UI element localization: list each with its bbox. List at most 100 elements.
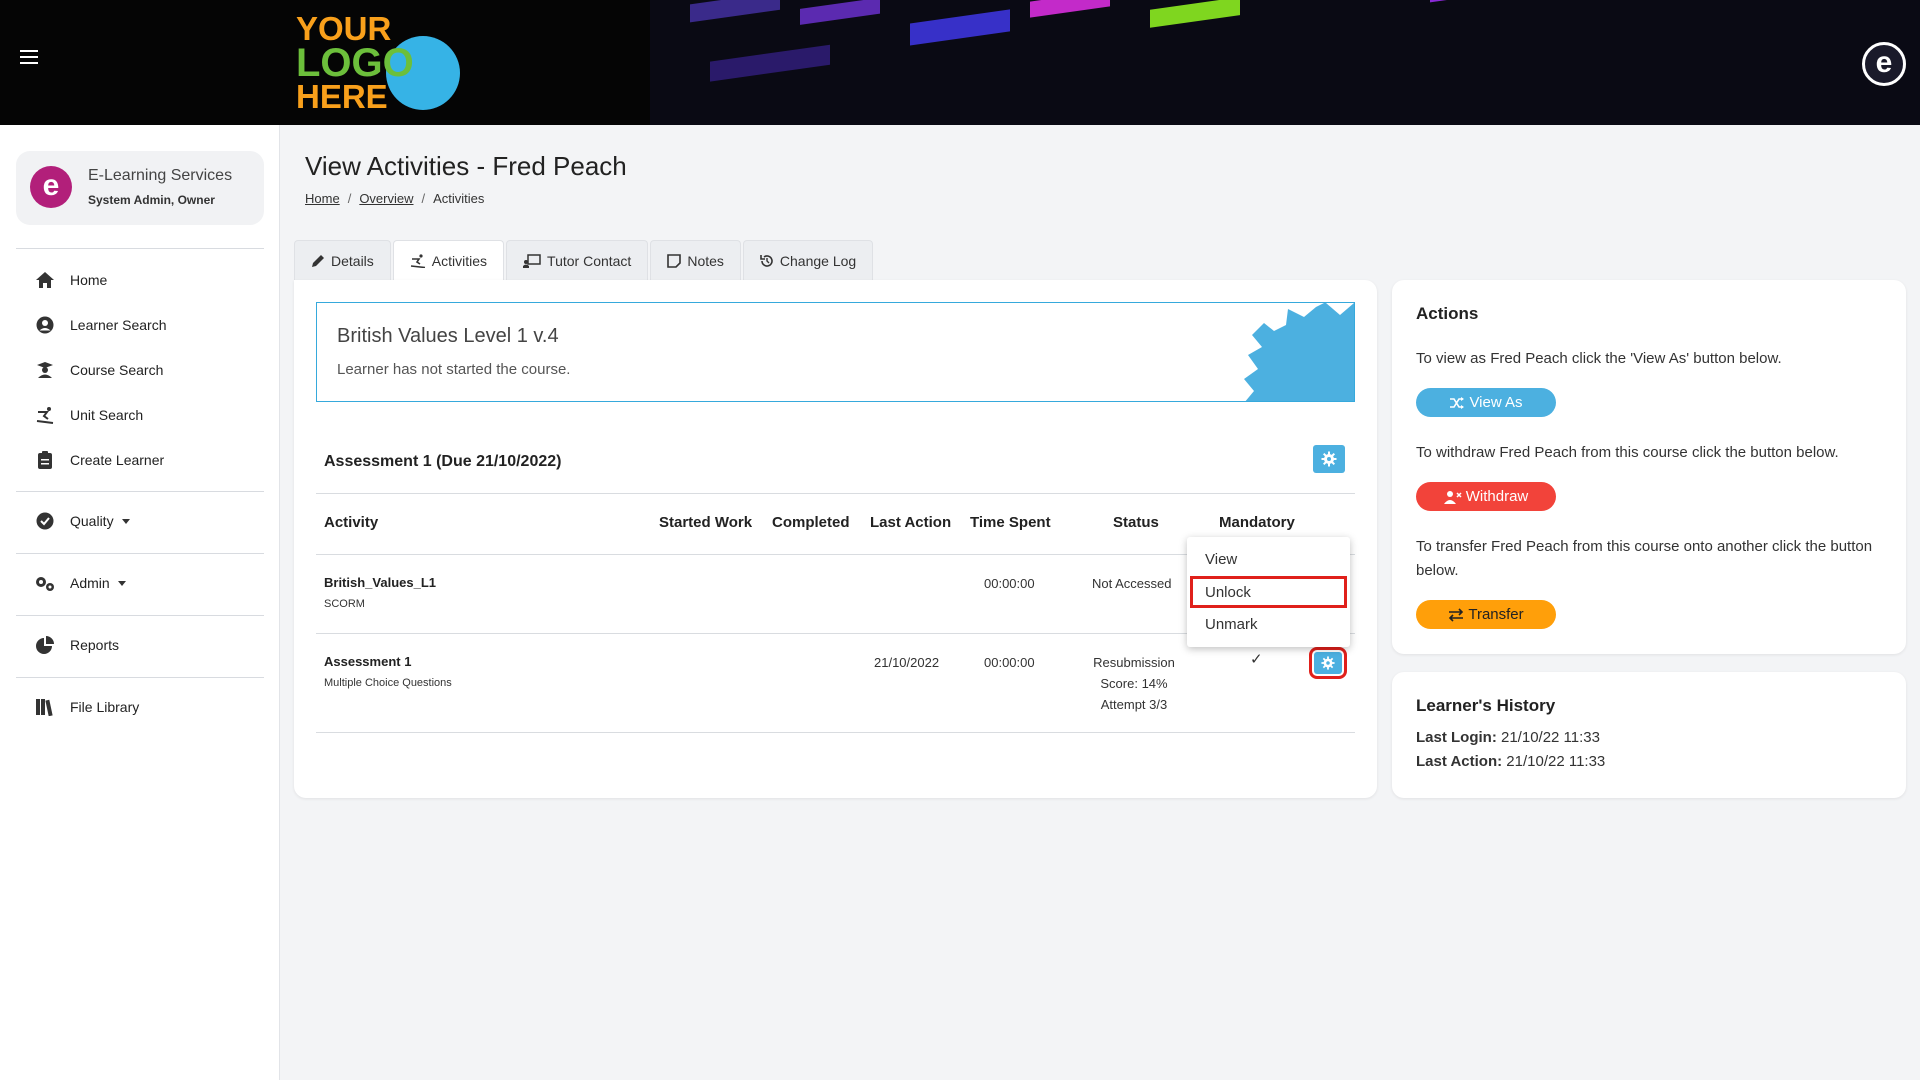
note-icon <box>667 253 682 268</box>
sidebar-item-file-library[interactable]: File Library <box>34 696 139 718</box>
activity-status: Resubmission <box>1093 655 1175 670</box>
sidebar-divider <box>16 248 264 249</box>
last-login-row: Last Login: 21/10/22 11:33 <box>1416 726 1600 750</box>
exchange-icon <box>1449 607 1464 622</box>
graduate-icon <box>34 359 56 381</box>
breadcrumb-separator: / <box>421 191 426 206</box>
activity-settings-button[interactable] <box>1309 647 1347 679</box>
last-action: 21/10/2022 <box>874 655 940 670</box>
view-as-text: To view as Fred Peach click the 'View As… <box>1416 350 1782 367</box>
user-remove-icon <box>1443 490 1462 504</box>
last-login-label: Last Login: <box>1416 729 1497 746</box>
sidebar-item-create-learner[interactable]: Create Learner <box>34 449 164 471</box>
sidebar-item-quality[interactable]: Quality <box>34 510 130 532</box>
learner-history-card: Learner's History Last Login: 21/10/22 1… <box>1392 672 1906 798</box>
pie-chart-icon <box>34 634 56 656</box>
course-summary: British Values Level 1 v.4 Learner has n… <box>316 302 1355 402</box>
chalkboard-icon <box>523 253 541 268</box>
profile-card[interactable]: e E-Learning Services System Admin, Owne… <box>16 151 264 225</box>
transfer-button[interactable]: Transfer <box>1416 600 1556 629</box>
sidebar-item-label: Create Learner <box>70 452 165 468</box>
sidebar-item-label: Learner Search <box>70 317 167 333</box>
tab-activities[interactable]: Activities <box>392 240 505 280</box>
tab-details[interactable]: Details <box>294 240 391 280</box>
course-title: British Values Level 1 v.4 <box>337 325 559 347</box>
tab-change-log[interactable]: Change Log <box>742 240 874 280</box>
shuffle-icon <box>1450 396 1465 409</box>
chevron-down-icon <box>121 518 130 524</box>
sidebar-item-label: File Library <box>70 699 140 715</box>
tab-label: Notes <box>687 252 724 269</box>
profile-logo: e <box>30 166 72 208</box>
tab-bar: Details Activities Tutor Contact Notes C… <box>294 240 875 280</box>
activity-actions-dropdown: View Unlock Unmark <box>1187 537 1350 647</box>
withdraw-label: Withdraw <box>1465 488 1529 505</box>
withdraw-button[interactable]: Withdraw <box>1416 482 1556 511</box>
gear-icon <box>1321 656 1335 670</box>
tab-tutor-contact[interactable]: Tutor Contact <box>506 240 649 280</box>
activity-type: SCORM <box>324 598 365 610</box>
last-action-label: Last Action: <box>1416 753 1503 770</box>
sidebar-item-admin[interactable]: Admin <box>34 572 126 594</box>
course-badge-graphic <box>1244 303 1354 401</box>
sidebar-item-course-search[interactable]: Course Search <box>34 359 163 381</box>
breadcrumb: Home / Overview / Activities <box>305 191 484 206</box>
tab-label: Activities <box>431 252 488 269</box>
skier-icon <box>34 404 56 426</box>
sidebar-item-label: Unit Search <box>70 407 144 423</box>
sidebar: e E-Learning Services System Admin, Owne… <box>0 125 280 1080</box>
dropdown-item-view[interactable]: View <box>1187 543 1350 575</box>
sidebar-item-learner-search[interactable]: Learner Search <box>34 314 167 336</box>
sidebar-item-reports[interactable]: Reports <box>34 634 119 656</box>
table-divider <box>316 493 1355 494</box>
breadcrumb-current: Activities <box>433 191 485 206</box>
column-header-activity: Activity <box>324 514 379 531</box>
activity-name: British_Values_L1 <box>324 575 436 590</box>
last-action-value: 21/10/22 11:33 <box>1506 753 1606 770</box>
withdraw-text: To withdraw Fred Peach from this course … <box>1416 444 1839 461</box>
dropdown-item-unmark[interactable]: Unmark <box>1187 608 1350 640</box>
breadcrumb-home-link[interactable]: Home <box>305 191 340 206</box>
last-login-value: 21/10/22 11:33 <box>1501 729 1600 746</box>
check-circle-icon <box>34 510 56 532</box>
column-header-time-spent: Time Spent <box>970 514 1051 531</box>
last-action-row: Last Action: 21/10/22 11:33 <box>1416 750 1605 774</box>
sidebar-item-label: Admin <box>70 575 110 591</box>
breadcrumb-separator: / <box>347 191 352 206</box>
hamburger-menu-icon[interactable] <box>20 50 38 64</box>
breadcrumb-overview-link[interactable]: Overview <box>359 191 413 206</box>
time-spent: 00:00:00 <box>984 576 1035 591</box>
top-header: YOUR LOGO HERE e <box>0 0 1920 125</box>
logo-line-3: HERE <box>296 78 388 115</box>
company-logo: YOUR LOGO HERE <box>296 12 466 117</box>
profile-name: E-Learning Services <box>88 167 233 184</box>
home-icon <box>34 269 56 291</box>
activity-attempt: Attempt 3/3 <box>1100 697 1168 712</box>
column-header-mandatory: Mandatory <box>1219 514 1295 531</box>
chevron-down-icon <box>117 580 126 586</box>
assessment-settings-button[interactable] <box>1313 445 1345 473</box>
sidebar-item-label: Reports <box>70 637 120 653</box>
logo-line-2: LOGO <box>296 41 414 85</box>
sidebar-item-home[interactable]: Home <box>34 269 107 291</box>
view-as-label: View As <box>1469 394 1523 411</box>
dropdown-item-unlock[interactable]: Unlock <box>1190 576 1347 608</box>
skier-icon <box>410 253 425 268</box>
assessment-title: Assessment 1 (Due 21/10/2022) <box>324 453 562 470</box>
profile-role: System Admin, Owner <box>88 193 215 207</box>
sidebar-item-label: Home <box>70 272 108 288</box>
clipboard-icon <box>34 449 56 471</box>
column-header-last-action: Last Action <box>870 514 952 531</box>
view-as-button[interactable]: View As <box>1416 388 1556 417</box>
sidebar-divider <box>16 553 264 554</box>
tab-notes[interactable]: Notes <box>650 240 741 280</box>
page-title: View Activities - Fred Peach <box>305 151 627 181</box>
activity-type: Multiple Choice Questions <box>324 677 452 689</box>
sidebar-item-label: Course Search <box>70 362 164 378</box>
books-icon <box>34 696 56 718</box>
corner-brand-logo: e <box>1862 42 1906 86</box>
actions-card: Actions To view as Fred Peach click the … <box>1392 280 1906 654</box>
gears-icon <box>34 572 56 594</box>
sidebar-item-unit-search[interactable]: Unit Search <box>34 404 143 426</box>
activity-status: Not Accessed <box>1092 576 1172 591</box>
